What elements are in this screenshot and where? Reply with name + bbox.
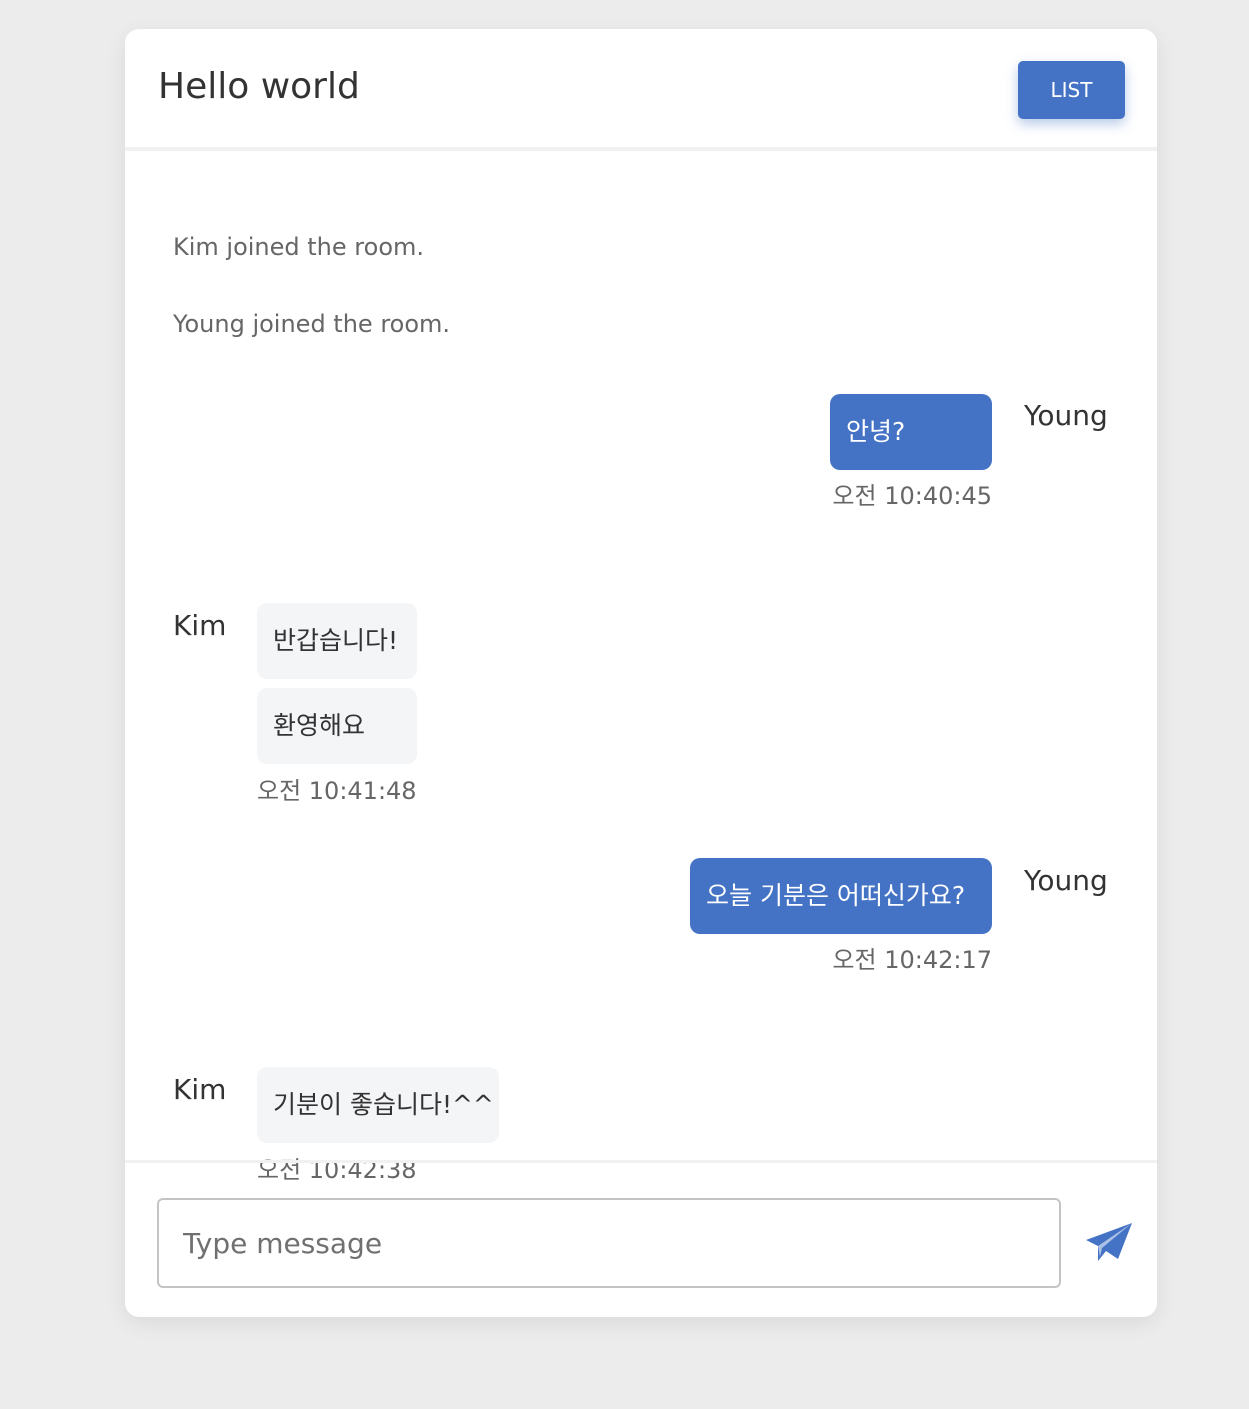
outgoing-message-bubble: 오늘 기분은 어떠신가요? [690, 858, 992, 934]
system-message: Kim joined the room. [173, 233, 425, 261]
message-input[interactable] [157, 1198, 1061, 1288]
sender-name: Young [1024, 864, 1108, 897]
system-message: Young joined the room. [173, 310, 451, 338]
room-title: Hello world [158, 66, 360, 107]
send-icon [1083, 1223, 1135, 1270]
send-button[interactable] [1083, 1219, 1135, 1267]
sender-name: Kim [173, 1073, 227, 1106]
chat-header: Hello world LIST [125, 29, 1157, 151]
incoming-message-bubble: 환영해요 [257, 688, 417, 764]
list-button[interactable]: LIST [1018, 61, 1125, 119]
message-timestamp: 오전 10:40:45 [832, 482, 992, 510]
chat-window: Hello world LIST Kim joined the room. Yo… [125, 29, 1157, 1317]
incoming-message-bubble: 기분이 좋습니다!^^ [257, 1067, 499, 1143]
outgoing-message-bubble: 안녕? [830, 394, 992, 470]
message-composer [125, 1160, 1157, 1317]
incoming-message-bubble: 반갑습니다! [257, 603, 417, 679]
message-timestamp: 오전 10:42:17 [832, 946, 992, 974]
sender-name: Kim [173, 609, 227, 642]
message-timestamp: 오전 10:41:48 [257, 777, 417, 805]
sender-name: Young [1024, 399, 1108, 432]
message-list[interactable]: Kim joined the room. Young joined the ro… [125, 155, 1157, 1184]
